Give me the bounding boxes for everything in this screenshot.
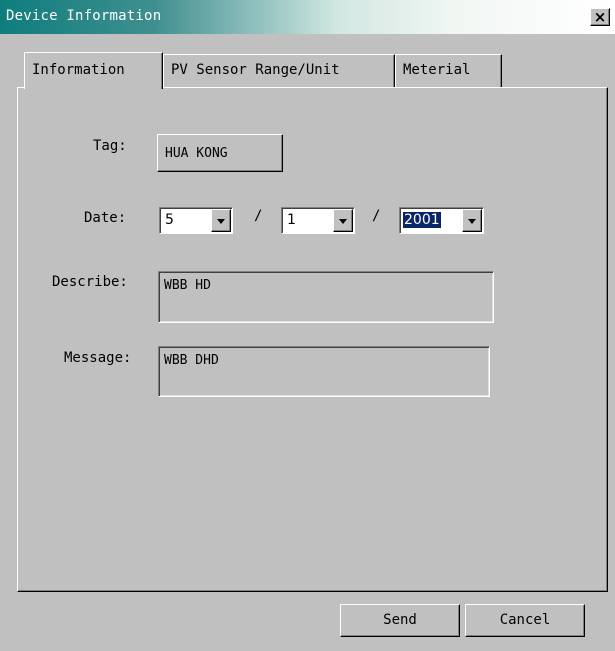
date-separator: /	[254, 208, 263, 224]
describe-label: Describe:	[52, 274, 128, 290]
date-label: Date:	[84, 210, 127, 226]
month-select[interactable]: 5	[159, 207, 233, 234]
message-value: WBB DHD	[164, 353, 219, 368]
day-select[interactable]: 1	[281, 207, 355, 234]
tab-label: Information	[32, 62, 125, 78]
tab-information[interactable]: Information	[24, 52, 163, 89]
close-icon: ×	[593, 8, 607, 26]
year-value: 2001	[402, 211, 442, 229]
month-value: 5	[165, 212, 174, 228]
describe-field[interactable]: WBB HD	[158, 271, 494, 323]
year-dropdown-button[interactable]	[462, 209, 482, 232]
tab-label: Meterial	[403, 62, 471, 78]
tag-button[interactable]: HUA KONG	[157, 134, 283, 172]
title-bar: Device Information ×	[0, 0, 615, 34]
send-button[interactable]: Send	[340, 604, 460, 637]
window-title: Device Information	[6, 8, 162, 24]
describe-value: WBB HD	[164, 278, 211, 293]
message-field[interactable]: WBB DHD	[158, 346, 490, 397]
tab-panel-information	[17, 87, 608, 592]
chevron-down-icon	[468, 219, 476, 224]
close-button[interactable]: ×	[590, 8, 610, 26]
tab-pv-sensor-range-unit[interactable]: PV Sensor Range/Unit	[163, 54, 395, 87]
cancel-button[interactable]: Cancel	[465, 604, 585, 637]
month-dropdown-button[interactable]	[211, 209, 231, 232]
tag-label: Tag:	[93, 138, 127, 154]
tab-label: PV Sensor Range/Unit	[171, 62, 340, 78]
chevron-down-icon	[217, 219, 225, 224]
date-separator: /	[372, 208, 381, 224]
tag-value: HUA KONG	[165, 146, 228, 161]
message-label: Message:	[64, 350, 132, 366]
year-select[interactable]: 2001	[399, 207, 484, 234]
day-value: 1	[287, 212, 296, 228]
tab-meterial[interactable]: Meterial	[395, 54, 502, 87]
chevron-down-icon	[339, 219, 347, 224]
day-dropdown-button[interactable]	[333, 209, 353, 232]
